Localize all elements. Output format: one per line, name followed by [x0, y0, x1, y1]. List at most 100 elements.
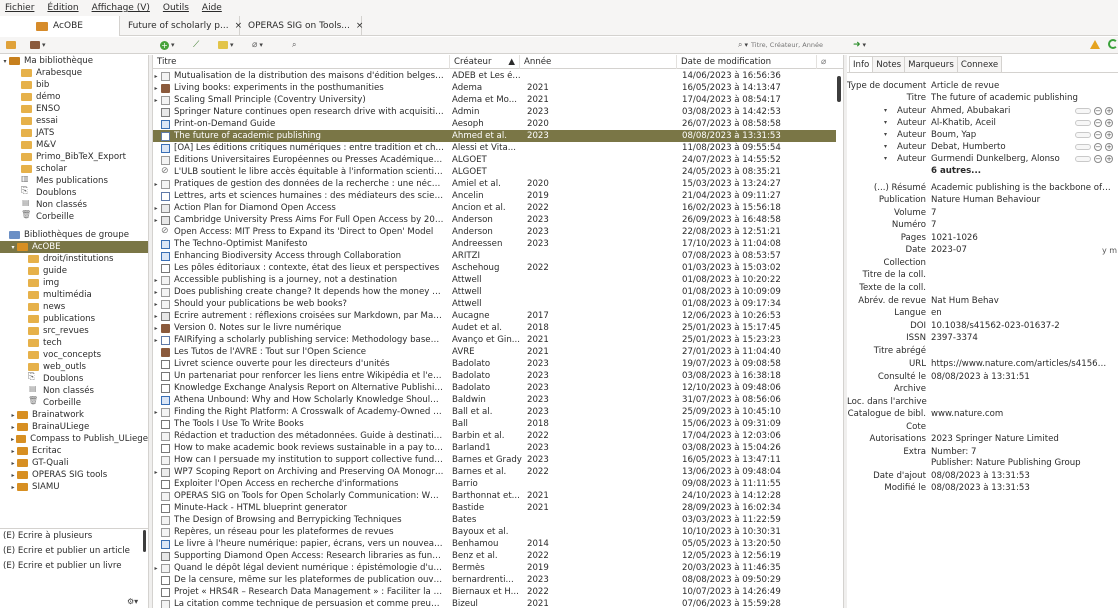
table-row[interactable]: [OA] Les éditions critiques numériques :…: [153, 142, 836, 154]
table-row[interactable]: ▸ Version 0. Notes sur le livre numérique…: [153, 322, 836, 334]
title-value[interactable]: The future of academic publishing: [931, 93, 1111, 103]
chevron-right-icon[interactable]: ▸: [153, 97, 159, 104]
locate-button[interactable]: ➜ ▾: [853, 39, 866, 51]
chevron-right-icon[interactable]: ▸: [9, 424, 17, 431]
chevron-right-icon[interactable]: ▸: [153, 301, 159, 308]
table-row[interactable]: ▸ Should your publications be web books? A…: [153, 298, 836, 310]
extra-value[interactable]: Number: 7: [931, 447, 1111, 457]
tree-item[interactable]: JATS: [0, 127, 148, 139]
table-row[interactable]: Repères, un réseau pour les plateformes …: [153, 526, 836, 538]
issn-value[interactable]: 2397-3374: [931, 333, 1111, 343]
chevron-right-icon[interactable]: ▸: [9, 460, 17, 467]
tree-item[interactable]: publications: [0, 313, 148, 325]
chevron-right-icon[interactable]: ▸: [153, 217, 159, 224]
more-authors-link[interactable]: 6 autres...: [931, 166, 1111, 176]
chevron-right-icon[interactable]: ▸: [9, 448, 17, 455]
table-row[interactable]: Un partenariat pour renforcer les liens …: [153, 370, 836, 382]
column-creator[interactable]: Créateur ▲: [450, 55, 520, 69]
tree-item[interactable]: ▸ Brainatwork: [0, 409, 148, 421]
tree-item[interactable]: web_outls: [0, 361, 148, 373]
creator-type-chevron-icon[interactable]: ▾: [884, 143, 887, 150]
library-menu-button[interactable]: ▾: [30, 39, 46, 51]
table-row[interactable]: Lettres, arts et sciences humaines : des…: [153, 190, 836, 202]
creator-type-chevron-icon[interactable]: ▾: [884, 155, 887, 162]
table-row[interactable]: ▸ Action Plan for Diamond Open Access Anci…: [153, 202, 836, 214]
author-name[interactable]: Boum, Yap: [931, 130, 1071, 140]
rights-value[interactable]: 2023 Springer Nature Limited: [931, 434, 1111, 444]
new-item-button[interactable]: + ▾: [160, 39, 175, 51]
table-row[interactable]: Projet « HRS4R – Research Data Managemen…: [153, 586, 836, 598]
accessed-value[interactable]: 08/08/2023 à 13:31:51: [931, 372, 1111, 382]
add-creator-icon[interactable]: +: [1105, 155, 1113, 163]
tree-item[interactable]: ▸ Ecritac: [0, 445, 148, 457]
sync-icon[interactable]: [1108, 39, 1118, 49]
remove-creator-icon[interactable]: −: [1094, 155, 1102, 163]
table-row[interactable]: La citation comme technique de persuasio…: [153, 598, 836, 608]
tree-item[interactable]: démo: [0, 91, 148, 103]
table-row[interactable]: Enhancing Biodiversity Access through Co…: [153, 250, 836, 262]
table-row[interactable]: The future of academic publishing Ahmed e…: [153, 130, 836, 142]
date-value[interactable]: 2023-07: [931, 245, 1081, 255]
tree-item[interactable]: ▸ SIAMU: [0, 481, 148, 493]
tag-actions-icon[interactable]: ⚙▾: [127, 597, 138, 606]
item-type-value[interactable]: Article de revue: [931, 81, 1111, 91]
chevron-right-icon[interactable]: ▸: [153, 289, 159, 296]
menu-file[interactable]: Fichier: [5, 3, 34, 13]
tree-item[interactable]: ▸ BrainaULiege: [0, 421, 148, 433]
table-row[interactable]: Éditions Universitaires Européennes ou P…: [153, 154, 836, 166]
tab-document-2[interactable]: OPERAS SIG on Tools... ×: [240, 16, 364, 36]
chevron-right-icon[interactable]: ▸: [9, 472, 17, 479]
table-row[interactable]: Le livre à l'heure numérique: papier, éc…: [153, 538, 836, 550]
tree-item[interactable]: droit/institutions: [0, 253, 148, 265]
language-value[interactable]: en: [931, 308, 1111, 318]
publication-value[interactable]: Nature Human Behaviour: [931, 195, 1111, 205]
chevron-right-icon[interactable]: ▸: [153, 565, 159, 572]
table-row[interactable]: Springer Nature continues open research …: [153, 106, 836, 118]
chevron-right-icon[interactable]: ▸: [153, 85, 159, 92]
abstract-value[interactable]: Academic publishing is the backbone of s…: [931, 183, 1111, 193]
tree-item[interactable]: news: [0, 301, 148, 313]
journal-abbr-value[interactable]: Nat Hum Behav: [931, 296, 1111, 306]
table-row[interactable]: Knowledge Exchange Analysis Report on Al…: [153, 382, 836, 394]
remove-creator-icon[interactable]: −: [1094, 107, 1102, 115]
menu-edit[interactable]: Édition: [47, 3, 78, 13]
table-row[interactable]: ▸ Écrire autrement : réflexions croisées …: [153, 310, 836, 322]
advanced-search-button[interactable]: ⌕: [292, 39, 296, 51]
creator-type-chevron-icon[interactable]: ▾: [884, 119, 887, 126]
chevron-down-icon[interactable]: ▾: [9, 244, 17, 251]
tag-scrollbar[interactable]: [143, 530, 146, 552]
column-year[interactable]: Année: [520, 55, 677, 69]
author-name[interactable]: Ahmed, Abubakari: [931, 106, 1071, 116]
column-title[interactable]: Titre: [153, 55, 450, 69]
table-row[interactable]: Open Access: MIT Press to Expand its 'Di…: [153, 226, 836, 238]
library-catalog-value[interactable]: www.nature.com: [931, 409, 1111, 419]
tree-item[interactable]: guide: [0, 265, 148, 277]
tree-item[interactable]: src_revues: [0, 325, 148, 337]
chevron-right-icon[interactable]: ▸: [153, 313, 159, 320]
close-icon[interactable]: ×: [356, 21, 364, 31]
tab-related[interactable]: Connexe: [956, 56, 1003, 72]
new-collection-button[interactable]: [6, 39, 16, 51]
tree-item[interactable]: ▾ AcOBE: [0, 241, 148, 253]
tree-item[interactable]: multimédia: [0, 289, 148, 301]
table-row[interactable]: Les pôles éditoriaux : contexte, état de…: [153, 262, 836, 274]
tree-item[interactable]: essai: [0, 115, 148, 127]
table-row[interactable]: The Design of Browsing and Berrypicking …: [153, 514, 836, 526]
table-row[interactable]: ▸ Mutualisation de la distribution des ma…: [153, 70, 836, 82]
creator-type-chevron-icon[interactable]: ▾: [884, 107, 887, 114]
tree-item[interactable]: tech: [0, 337, 148, 349]
table-row[interactable]: Minute-Hack - HTML blueprint generator Ba…: [153, 502, 836, 514]
chevron-right-icon[interactable]: ▸: [153, 469, 159, 476]
tag-item[interactable]: (E) Ecrire et publier un livre: [3, 561, 122, 569]
tag-item[interactable]: (E) Ecrire à plusieurs: [3, 531, 92, 541]
table-row[interactable]: Rédaction et traduction des métadonnées.…: [153, 430, 836, 442]
warning-icon[interactable]: [1090, 40, 1100, 49]
chevron-right-icon[interactable]: ▸: [153, 181, 159, 188]
menu-view[interactable]: Affichage (V): [92, 3, 150, 13]
tag-item[interactable]: (E) Ecrire et publier un article: [3, 546, 130, 556]
table-row[interactable]: Print-on-Demand Guide Aesoph 2020 26/07/202…: [153, 118, 836, 130]
table-row[interactable]: The Tools I Use To Write Books Ball 2018 15…: [153, 418, 836, 430]
tab-notes[interactable]: Notes: [872, 56, 906, 72]
tree-item[interactable]: Corbeille: [0, 396, 148, 409]
name-mode-toggle[interactable]: [1075, 144, 1091, 150]
